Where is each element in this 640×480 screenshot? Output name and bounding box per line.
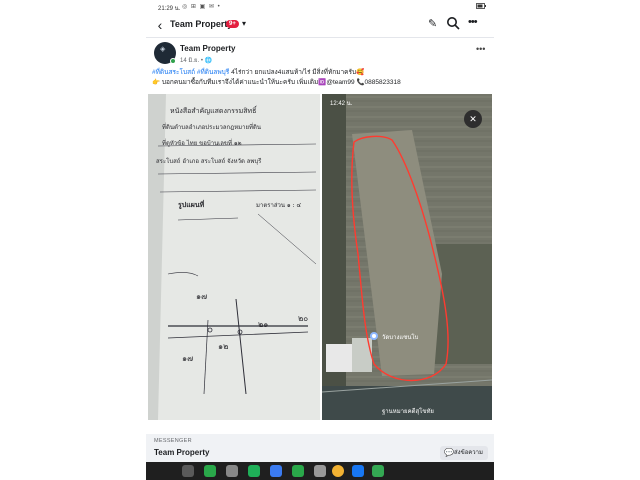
chevron-down-icon[interactable]: ▾ bbox=[242, 19, 246, 28]
place-label: วัดบางแซนโบ bbox=[382, 335, 419, 341]
road-label: ฐานหมายคดีสุโขทัย bbox=[382, 409, 434, 415]
header-divider bbox=[146, 37, 494, 38]
avatar[interactable]: ◈ bbox=[154, 42, 176, 64]
deed-mark-1: ๑๗ bbox=[196, 292, 208, 301]
notification-badge: 9+ bbox=[226, 20, 239, 28]
satellite-map-photo[interactable]: 12:42 น. ✕ วัดบางแซนโบ ฐานหมายคดีสุโขทัย bbox=[322, 94, 492, 420]
deed-line-4: สระโบสถ์ อำเภอ สระโบสถ์ จังหวัด ลพบุรี bbox=[156, 158, 262, 165]
status-bar: 21:29 น. ◎ ⊞ ▣ ✉ • bbox=[146, 0, 494, 14]
post-author[interactable]: Team Property bbox=[180, 44, 235, 53]
post-more-icon[interactable]: ••• bbox=[476, 44, 485, 54]
hashtags[interactable]: #ที่ดินสระโบสถ์ #ที่ดินลพบุรี bbox=[152, 69, 229, 76]
messenger-card: MESSENGER Team Property 💬 ส่งข้อความ bbox=[146, 434, 494, 462]
deed-line-2: ที่ดินตำบลอำเภอประมวลกฎหมายที่ดิน bbox=[162, 124, 261, 131]
search-icon[interactable] bbox=[446, 16, 462, 32]
post-caption: #ที่ดินสระโบสถ์ #ที่ดินลพบุรี 4ไร่กว่า ย… bbox=[152, 68, 492, 88]
app-dock bbox=[146, 462, 494, 480]
chat-bubble-icon: 💬 bbox=[444, 448, 454, 457]
title-deed-photo[interactable]: หนังสือสำคัญแสดงกรรมสิทธิ์ ที่ดินตำบลอำเ… bbox=[148, 94, 320, 420]
deed-line-3: ที่ดูหัวข้อ ไทย ขอบ้านเลขที่ ๑๒ bbox=[162, 140, 242, 147]
deed-map-label: รูปแผนที่ bbox=[178, 200, 205, 209]
chat-app-icon[interactable] bbox=[292, 465, 304, 477]
send-message-label: ส่งข้อความ bbox=[454, 450, 484, 456]
app-bar: ‹ Team Property 9+ ▾ ✎ ••• bbox=[146, 14, 494, 36]
send-message-button[interactable]: 💬 ส่งข้อความ bbox=[440, 446, 488, 460]
back-arrow-icon[interactable]: ‹ bbox=[152, 16, 168, 34]
caption-text-1: 4ไร่กว่า ยกแปลง4แสนห้า/ไร่ มีสิ่งที่ทักม… bbox=[229, 69, 365, 76]
messenger-page-name[interactable]: Team Property bbox=[154, 448, 209, 457]
deed-mark-3: ๑๒ bbox=[218, 342, 229, 351]
camera-app-icon[interactable] bbox=[226, 465, 238, 477]
messenger-label: MESSENGER bbox=[154, 438, 192, 444]
logo-icon: ◈ bbox=[160, 46, 166, 53]
map-pin-icon bbox=[370, 332, 378, 340]
post-timestamp[interactable]: 14 มิ.ย. • 🌐 bbox=[180, 55, 212, 65]
deed-scale: มาตราส่วน ๑ : ๔ bbox=[256, 202, 302, 209]
status-time: 21:29 น. bbox=[158, 6, 181, 12]
app-grid-icon[interactable] bbox=[182, 465, 194, 477]
edit-icon[interactable]: ✎ bbox=[428, 17, 437, 30]
deed-mark-2: ๒๑ bbox=[258, 320, 269, 329]
deed-mark-4: ๑๗ bbox=[182, 354, 194, 363]
post-images[interactable]: หนังสือสำคัญแสดงกรรมสิทธิ์ ที่ดินตำบลอำเ… bbox=[148, 94, 492, 420]
online-indicator bbox=[170, 58, 176, 64]
page-title[interactable]: Team Property bbox=[170, 19, 232, 29]
line-app-icon[interactable] bbox=[248, 465, 260, 477]
close-icon[interactable]: ✕ bbox=[464, 110, 482, 128]
deed-mark-5: ๒๐ bbox=[298, 314, 309, 323]
app-screen: 21:29 น. ◎ ⊞ ▣ ✉ • ‹ Team Property 9+ ▾ … bbox=[146, 0, 494, 480]
maps-app-icon[interactable] bbox=[372, 465, 384, 477]
more-icon[interactable]: ••• bbox=[468, 16, 478, 28]
divider-icon bbox=[314, 465, 326, 477]
files-app-icon[interactable] bbox=[270, 465, 282, 477]
battery-icon bbox=[476, 3, 486, 11]
deed-title: หนังสือสำคัญแสดงกรรมสิทธิ์ bbox=[170, 107, 257, 115]
notification-icons: ◎ ⊞ ▣ ✉ • bbox=[182, 4, 221, 10]
screenshot-time: 12:42 น. bbox=[330, 101, 353, 107]
caption-text-2: 👉 บอกคนมาซื้อกับทีมเราจึงได้ค่าแนะนำให้น… bbox=[152, 79, 401, 86]
chrome-app-icon[interactable] bbox=[332, 465, 344, 477]
phone-app-icon[interactable] bbox=[204, 465, 216, 477]
facebook-app-icon[interactable] bbox=[352, 465, 364, 477]
